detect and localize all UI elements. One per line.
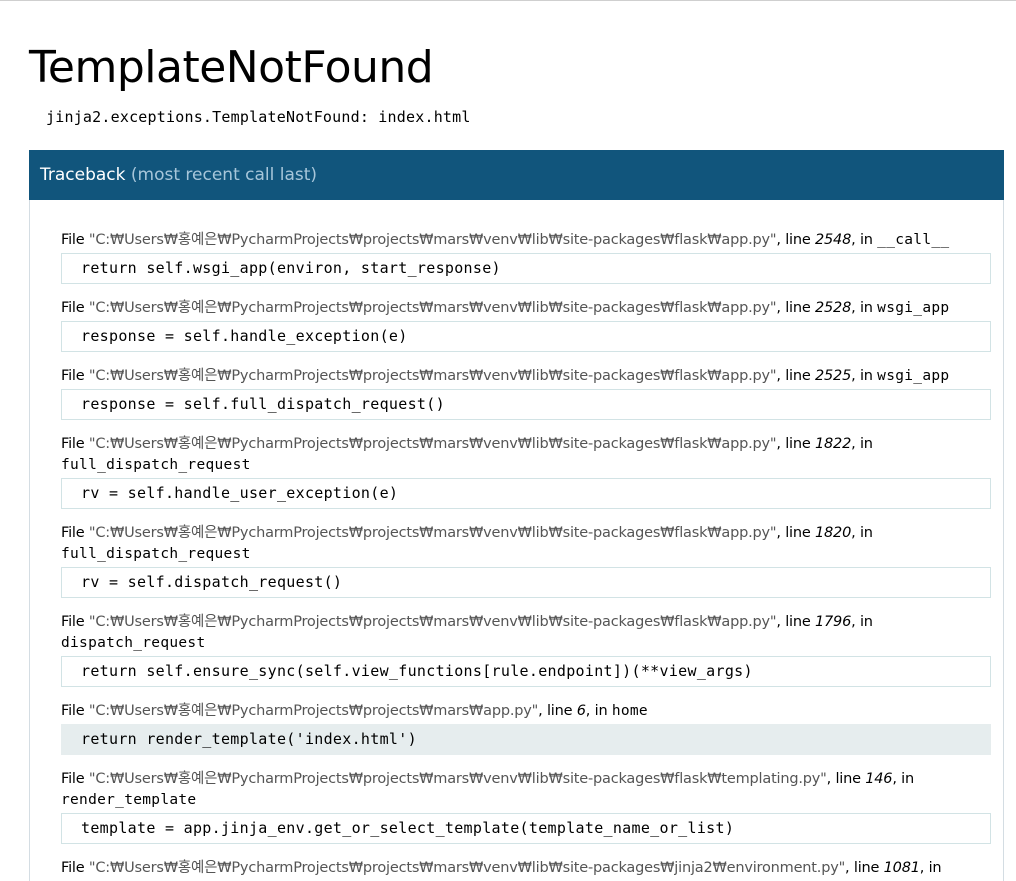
line-label: line <box>785 436 815 452</box>
in-label: in <box>859 368 878 384</box>
traceback-frame: File "C:₩Users₩홍예은₩PycharmProjects₩proje… <box>61 858 991 879</box>
frame-filename: "C:₩Users₩홍예은₩PycharmProjects₩projects₩m… <box>88 525 777 541</box>
frame-filename: "C:₩Users₩홍예은₩PycharmProjects₩projects₩m… <box>88 368 777 384</box>
frame-source-line[interactable]: return self.wsgi_app(environ, start_resp… <box>61 253 991 284</box>
frame-filename: "C:₩Users₩홍예은₩PycharmProjects₩projects₩m… <box>88 436 777 452</box>
traceback-frame: File "C:₩Users₩홍예은₩PycharmProjects₩proje… <box>61 612 991 687</box>
frame-location: File "C:₩Users₩홍예은₩PycharmProjects₩proje… <box>61 436 873 473</box>
frame-line-number: 1796 <box>815 614 852 630</box>
line-label: line <box>853 860 884 876</box>
traceback-header: Traceback (most recent call last) <box>29 150 1004 200</box>
file-label: File <box>61 232 89 248</box>
frame-source-line[interactable]: response = self.handle_exception(e) <box>61 321 991 352</box>
error-title: TemplateNotFound <box>29 42 434 93</box>
line-label: line <box>785 232 815 248</box>
frame-source-line[interactable]: return render_template('index.html') <box>61 724 991 755</box>
frame-function: wsgi_app <box>877 300 950 316</box>
file-label: File <box>61 300 89 316</box>
frame-function: render_template <box>61 792 197 808</box>
traceback-frame: File "C:₩Users₩홍예은₩PycharmProjects₩proje… <box>61 701 991 755</box>
in-label: in <box>859 232 878 248</box>
file-label: File <box>61 771 89 787</box>
frame-filename: "C:₩Users₩홍예은₩PycharmProjects₩projects₩m… <box>88 232 777 248</box>
frame-line-number: 2525 <box>815 368 852 384</box>
frame-location: File "C:₩Users₩홍예은₩PycharmProjects₩proje… <box>61 525 873 562</box>
in-label: in <box>859 436 873 452</box>
frame-line-number: 1822 <box>815 436 852 452</box>
error-message: jinja2.exceptions.TemplateNotFound: inde… <box>46 108 471 126</box>
file-label: File <box>61 368 89 384</box>
frame-filename: "C:₩Users₩홍예은₩PycharmProjects₩projects₩m… <box>88 614 777 630</box>
frame-source-line[interactable]: return self.ensure_sync(self.view_functi… <box>61 656 991 687</box>
frame-line-number: 1081 <box>883 860 920 876</box>
file-label: File <box>61 614 89 630</box>
line-label: line <box>785 368 815 384</box>
frame-filename: "C:₩Users₩홍예은₩PycharmProjects₩projects₩m… <box>88 860 846 876</box>
frame-location: File "C:₩Users₩홍예은₩PycharmProjects₩proje… <box>61 232 950 248</box>
frame-location: File "C:₩Users₩홍예은₩PycharmProjects₩proje… <box>61 703 648 719</box>
frame-location: File "C:₩Users₩홍예은₩PycharmProjects₩proje… <box>61 771 914 808</box>
line-label: line <box>835 771 866 787</box>
frame-line-number: 146 <box>865 771 893 787</box>
traceback-panel: Traceback (most recent call last) File "… <box>29 150 1004 881</box>
traceback-frame: File "C:₩Users₩홍예은₩PycharmProjects₩proje… <box>61 523 991 598</box>
line-label: line <box>785 525 815 541</box>
debugger-page: TemplateNotFound jinja2.exceptions.Templ… <box>0 1 1016 881</box>
frame-location: File "C:₩Users₩홍예은₩PycharmProjects₩proje… <box>61 860 942 876</box>
traceback-frames: File "C:₩Users₩홍예은₩PycharmProjects₩proje… <box>30 200 1003 879</box>
frame-function: home <box>611 703 648 719</box>
file-label: File <box>61 436 89 452</box>
frame-function: full_dispatch_request <box>61 457 251 473</box>
in-label: in <box>859 300 878 316</box>
traceback-frame: File "C:₩Users₩홍예은₩PycharmProjects₩proje… <box>61 366 991 420</box>
line-label: line <box>546 703 577 719</box>
traceback-subheading: (most recent call last) <box>130 165 318 185</box>
frame-source-line[interactable]: rv = self.dispatch_request() <box>61 567 991 598</box>
frame-function: full_dispatch_request <box>61 546 251 562</box>
frame-line-number: 2548 <box>815 232 852 248</box>
frame-source-line[interactable]: response = self.full_dispatch_request() <box>61 389 991 420</box>
frame-filename: "C:₩Users₩홍예은₩PycharmProjects₩projects₩m… <box>88 771 827 787</box>
frame-source-line[interactable]: rv = self.handle_user_exception(e) <box>61 478 991 509</box>
traceback-frame: File "C:₩Users₩홍예은₩PycharmProjects₩proje… <box>61 230 991 284</box>
in-label: in <box>594 703 612 719</box>
frame-line-number: 1820 <box>815 525 852 541</box>
frame-function: __call__ <box>877 232 950 248</box>
traceback-frame: File "C:₩Users₩홍예은₩PycharmProjects₩proje… <box>61 298 991 352</box>
frame-function: wsgi_app <box>877 368 950 384</box>
file-label: File <box>61 525 89 541</box>
line-label: line <box>785 300 815 316</box>
file-label: File <box>61 703 89 719</box>
in-label: in <box>928 860 942 876</box>
in-label: in <box>859 525 873 541</box>
frame-source-line[interactable]: template = app.jinja_env.get_or_select_t… <box>61 813 991 844</box>
traceback-frame: File "C:₩Users₩홍예은₩PycharmProjects₩proje… <box>61 769 991 844</box>
frame-location: File "C:₩Users₩홍예은₩PycharmProjects₩proje… <box>61 300 950 316</box>
frame-function: dispatch_request <box>61 635 206 651</box>
file-label: File <box>61 860 89 876</box>
traceback-heading: Traceback <box>40 165 126 185</box>
traceback-frame: File "C:₩Users₩홍예은₩PycharmProjects₩proje… <box>61 434 991 509</box>
frame-location: File "C:₩Users₩홍예은₩PycharmProjects₩proje… <box>61 368 950 384</box>
frame-location: File "C:₩Users₩홍예은₩PycharmProjects₩proje… <box>61 614 873 651</box>
frame-line-number: 2528 <box>815 300 852 316</box>
line-label: line <box>785 614 815 630</box>
frame-filename: "C:₩Users₩홍예은₩PycharmProjects₩projects₩m… <box>88 300 777 316</box>
frame-line-number: 6 <box>576 703 586 719</box>
in-label: in <box>901 771 914 787</box>
in-label: in <box>859 614 873 630</box>
frame-filename: "C:₩Users₩홍예은₩PycharmProjects₩projects₩m… <box>88 703 539 719</box>
